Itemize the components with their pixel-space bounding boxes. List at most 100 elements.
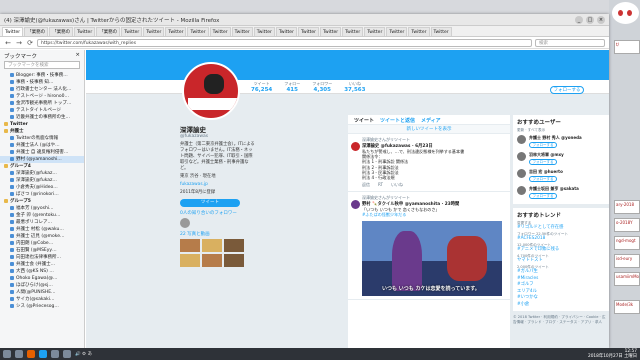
browser-tab[interactable]: Twitter	[275, 26, 297, 36]
maximize-button[interactable]: □	[586, 15, 594, 24]
follow-user-button[interactable]: フォローする	[529, 158, 557, 165]
trend-item[interactable]: #小倉	[517, 302, 605, 309]
start-menu-icon[interactable]	[3, 350, 11, 358]
bookmark-item[interactable]: 人間(@PUNISHE…	[0, 289, 84, 296]
bookmark-item[interactable]: 近畿弁護士の事務所の生…	[0, 114, 84, 121]
bookmark-item[interactable]: 内田朗 (@Cobe…	[0, 240, 84, 247]
browser-tab[interactable]: Twitter	[253, 26, 275, 36]
media-thumb[interactable]	[202, 239, 222, 252]
bookmark-item[interactable]: テストタイトルページ	[0, 107, 84, 114]
bookmark-item[interactable]: 弁護士法人 (@はや…	[0, 142, 84, 149]
new-tweets-banner[interactable]: 新しいツイートを表示	[348, 125, 510, 134]
follower-avatar[interactable]	[180, 218, 190, 228]
tweet-image[interactable]: いつも いつも カケは恋愛を読っています。	[362, 221, 502, 297]
media-thumb[interactable]	[180, 254, 200, 267]
profile-stat[interactable]: いいね 37,563	[344, 81, 365, 93]
clock[interactable]: 12:57 2018年10月27日 土曜日	[588, 349, 637, 359]
user-avatar[interactable]	[517, 134, 526, 144]
browser-tab[interactable]: Twitter	[2, 26, 24, 36]
browser-tab[interactable]: Twitter	[408, 26, 430, 36]
like-button[interactable]: いいね	[391, 182, 403, 188]
bookmark-item[interactable]: Ohoko Egawa(@…	[0, 275, 84, 282]
tweet-avatar[interactable]	[351, 200, 360, 210]
bookmark-item[interactable]: 金子 卯 (@rentoku…	[0, 212, 84, 219]
twitter-footer[interactable]: © 2018 Twitter · 利用規約 · プライバシー · Cookie …	[513, 315, 609, 324]
browser-tab[interactable]: Twitter	[187, 26, 209, 36]
media-thumb[interactable]	[224, 239, 244, 252]
profile-stat[interactable]: ツイート 76,254	[251, 81, 272, 93]
browser-tab[interactable]: Twitter	[143, 26, 165, 36]
desktop-window-snippet[interactable]: ary-2018	[614, 200, 640, 214]
forward-button[interactable]: →	[15, 39, 23, 47]
profile-stat[interactable]: フォロワー 4,305	[312, 81, 332, 93]
bookmark-item[interactable]: ぼさつ (@rinokori…	[0, 191, 84, 198]
follow-user-button[interactable]: フォローする	[529, 175, 557, 182]
bookmark-item[interactable]: Blogger: 事務・技事務…	[0, 72, 84, 79]
tab-tweets-and-replies[interactable]: ツイートと返信	[380, 117, 415, 124]
desktop-window-snippet[interactable]: usamiimMosan	[614, 272, 640, 286]
tweet[interactable]: 深澤諭史さんがリツイート 野村 🍡タクイル秋申 @yamanoshita · 2…	[348, 192, 510, 301]
media-thumb[interactable]	[202, 254, 222, 267]
follow-button[interactable]: フォローする	[550, 86, 584, 94]
profile-name[interactable]: 深澤諭史	[180, 124, 256, 134]
user-name[interactable]: 弁護士 野村 秀人 @yoneda	[529, 135, 582, 141]
user-name[interactable]: 弁護士坂田 兼亨 @sakata	[529, 186, 579, 192]
bookmark-item[interactable]: サイカ(@sakaki…	[0, 296, 84, 303]
bookmark-item[interactable]: シス (@Priecesog…	[0, 303, 84, 310]
titlebar[interactable]: (4) 深澤諭史(@fukazawas)さん | Twitterからの固定された…	[0, 14, 609, 26]
browser-tab[interactable]: Twitter	[297, 26, 320, 36]
profile-website[interactable]: fukazawas.jp	[180, 182, 256, 188]
browser-tab[interactable]: Twitter	[209, 26, 231, 36]
user-name[interactable]: 吉田 宏 @huerto	[529, 169, 563, 175]
browser-tab[interactable]: Twitter	[165, 26, 187, 36]
bookmark-item[interactable]: 石田賢 (@MSEyy…	[0, 247, 84, 254]
reload-button[interactable]: ⟳	[26, 39, 34, 47]
bookmark-item[interactable]: 弁護士 辺見 (@moke…	[0, 233, 84, 240]
system-tray[interactable]: 🔊 ⚙ あ	[75, 351, 92, 357]
user-name[interactable]: 羽林大将軍 @mxy	[529, 152, 564, 158]
bookmark-item[interactable]: 向田達也法律事務所…	[0, 254, 84, 261]
profile-handle[interactable]: @fukazawas	[180, 134, 256, 139]
bookmark-item[interactable]: 金沢市観光事務所 トップ…	[0, 100, 84, 107]
follow-user-button[interactable]: フォローする	[529, 192, 557, 199]
minimize-button[interactable]: _	[575, 15, 583, 24]
terminal-icon[interactable]	[51, 350, 59, 358]
bookmark-item[interactable]: 弁護士会 (弁護士…	[0, 261, 84, 268]
profile-stat[interactable]: フォロー 415	[284, 81, 300, 93]
desktop-window-snippet[interactable]: ngd-mogt	[614, 236, 640, 250]
browser-tab[interactable]: Twitter	[342, 26, 364, 36]
user-avatar[interactable]	[517, 185, 526, 195]
bookmark-folder[interactable]: グループ5	[0, 198, 84, 205]
browser-tab[interactable]: Twitter	[231, 26, 253, 36]
bookmark-item[interactable]: 最悪ポリコレア…	[0, 219, 84, 226]
search-input[interactable]: 検索	[535, 38, 605, 47]
bookmark-item[interactable]: 深澤諭史(@fukaz…	[0, 170, 84, 177]
close-button[interactable]: ×	[597, 15, 605, 24]
url-bar[interactable]: https://twitter.com/fukazawas/with_repli…	[37, 38, 532, 47]
browser-tab[interactable]: 「業務の	[96, 26, 121, 36]
browser-tab[interactable]: Twitter	[121, 26, 143, 36]
followers-you-know-link[interactable]: 0人の知り合いのフォロワー	[180, 210, 256, 216]
browser-tab[interactable]: Twitter	[320, 26, 342, 36]
bookmark-item[interactable]: 弁護士 村松 (@waku…	[0, 226, 84, 233]
tweet-avatar[interactable]	[351, 142, 360, 151]
tab-tweets[interactable]: ツイート	[354, 117, 374, 124]
desktop-window-snippet[interactable]: o-2018Y	[614, 218, 640, 232]
browser-tab[interactable]: Twitter	[430, 26, 452, 36]
browser-tab[interactable]: Twitter	[74, 26, 96, 36]
bookmark-search-input[interactable]: ブックマークを検索	[4, 61, 80, 69]
bookmark-folder[interactable]: 弁護士	[0, 128, 84, 135]
browser-tab[interactable]: 「業務の	[24, 26, 49, 36]
bookmark-folder[interactable]: Twitter	[0, 121, 84, 128]
browser-tab[interactable]: Twitter	[386, 26, 408, 36]
desktop-window-snippet[interactable]: t/	[614, 40, 640, 54]
media-link[interactable]: 22 写真と動画	[180, 231, 256, 237]
file-manager-icon[interactable]	[15, 350, 23, 358]
bookmark-item[interactable]: テストページ - hirono0…	[0, 93, 84, 100]
retweet-button[interactable]: RT	[378, 182, 383, 188]
reply-button[interactable]: 返信	[362, 182, 370, 188]
bookmark-item[interactable]: ほぼひらけ(@sj…	[0, 282, 84, 289]
media-thumb[interactable]	[180, 239, 200, 252]
bookmark-folder[interactable]: グループ4	[0, 163, 84, 170]
firefox-icon[interactable]	[27, 350, 35, 358]
